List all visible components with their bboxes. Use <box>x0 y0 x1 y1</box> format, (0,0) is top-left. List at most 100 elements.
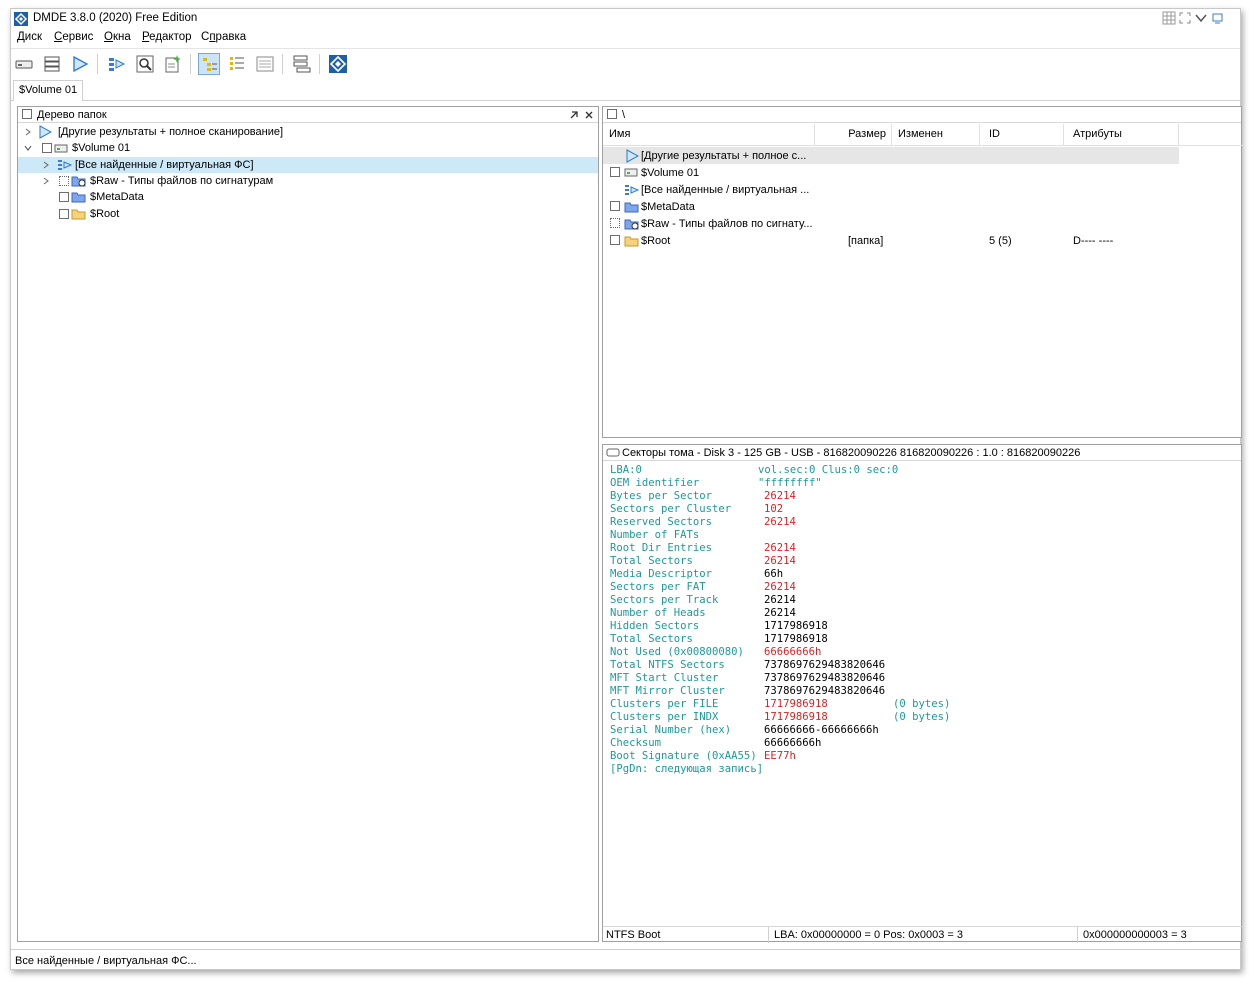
tree-item-raw[interactable]: $Raw - Типы файлов по сигнатурам <box>18 173 598 189</box>
list-row[interactable]: [Все найденные / виртуальная ... <box>603 181 1179 198</box>
tree-checkbox[interactable] <box>59 176 69 186</box>
tree-item-other-results[interactable]: [Другие результаты + полное сканирование… <box>18 124 598 140</box>
tree-item-root[interactable]: $Root <box>18 206 598 222</box>
sector-field-row: Reserved Sectors 26214 <box>610 516 1230 529</box>
menu-editor[interactable]: Редактор <box>142 31 192 43</box>
field-name: Total Sectors <box>610 633 693 645</box>
files-button[interactable] <box>106 53 128 75</box>
chevron-down-icon[interactable] <box>1194 11 1208 25</box>
menu-service[interactable]: Сервис <box>54 31 93 43</box>
field-value[interactable]: 7378697629483820646 <box>764 659 885 672</box>
new-file-button[interactable] <box>162 53 184 75</box>
structure-type: NTFS Boot <box>606 929 661 941</box>
folder-icon <box>624 236 639 247</box>
details-view-icon <box>256 56 274 72</box>
field-value[interactable]: 66666666h <box>764 737 821 750</box>
sector-field-row: Not Used (0x00800080) 66666666h <box>610 646 1230 659</box>
field-name: Reserved Sectors <box>610 516 713 528</box>
field-value[interactable]: 66h <box>764 568 783 581</box>
field-value[interactable]: 1717986918 <box>764 711 828 724</box>
field-value[interactable]: 26214 <box>764 490 796 503</box>
list-select-all-checkbox[interactable] <box>607 109 617 119</box>
field-value[interactable]: 26214 <box>764 555 796 568</box>
field-name: Sectors per Cluster <box>610 503 732 515</box>
row-size: [папка] <box>848 235 884 247</box>
sector-dump[interactable]: LBA:0 vol.sec:0 Clus:0 sec:0 OEM identif… <box>610 464 1230 914</box>
folder-icon <box>71 209 86 220</box>
list-row[interactable]: [Другие результаты + полное с... <box>603 147 1179 164</box>
pgdn-hint[interactable]: [PgDn: следующая запись] <box>610 763 1230 776</box>
tree-checkbox[interactable] <box>59 192 69 202</box>
undock-icon[interactable] <box>569 110 579 120</box>
list-row[interactable]: $Volume 01 <box>603 164 1179 181</box>
status-text: Все найденные / виртуальная ФС... <box>15 955 197 967</box>
field-value[interactable]: 7378697629483820646 <box>764 672 885 685</box>
field-name: Root Dir Entries <box>610 542 713 554</box>
field-value[interactable]: 26214 <box>764 581 796 594</box>
column-attributes[interactable]: Атрибуты <box>1064 124 1179 146</box>
tree-item-volume[interactable]: $Volume 01 <box>18 140 598 156</box>
folder-search-icon <box>71 176 86 187</box>
layout-grid-icon[interactable] <box>1162 11 1176 25</box>
column-size[interactable]: Размер <box>815 124 892 146</box>
chevron-down-icon[interactable] <box>24 144 32 152</box>
close-icon[interactable] <box>584 110 594 120</box>
field-value[interactable]: 7378697629483820646 <box>764 685 885 698</box>
list-row[interactable]: $MetaData <box>603 198 1179 215</box>
field-value[interactable]: 66666666-66666666h <box>764 724 879 737</box>
chevron-right-icon[interactable] <box>42 161 50 169</box>
chevron-right-icon[interactable] <box>42 177 50 185</box>
field-note: (0 bytes) <box>893 698 951 710</box>
details-view-button[interactable] <box>254 53 276 75</box>
sector-field-row: Serial Number (hex) 66666666-66666666h <box>610 724 1230 737</box>
field-name: Number of Heads <box>610 607 706 619</box>
tab-volume-01[interactable]: $Volume 01 <box>13 80 84 101</box>
recover-button[interactable] <box>291 53 313 75</box>
field-value[interactable]: 1717986918 <box>764 698 828 711</box>
open-volume-button[interactable] <box>69 53 91 75</box>
row-checkbox[interactable] <box>610 218 620 228</box>
column-name[interactable]: Имя <box>603 124 815 146</box>
play-icon <box>626 149 639 163</box>
vol-position: vol.sec:0 Clus:0 sec:0 <box>758 464 899 476</box>
row-checkbox[interactable] <box>610 167 620 177</box>
tree-item-all-found[interactable]: [Все найденные / виртуальная ФС] <box>18 157 598 173</box>
lba-position: LBA: 0x00000000 = 0 Pos: 0x0003 = 3 <box>774 929 963 941</box>
field-value[interactable]: 26214 <box>764 516 796 529</box>
menu-windows[interactable]: Окна <box>104 31 131 43</box>
field-value[interactable]: 1717986918 <box>764 633 828 646</box>
row-checkbox[interactable] <box>610 235 620 245</box>
field-value[interactable]: EE77h <box>764 750 796 763</box>
tree-view-button[interactable] <box>198 53 220 75</box>
drive-icon <box>54 144 68 153</box>
field-name: Total NTFS Sectors <box>610 659 725 671</box>
tree-checkbox[interactable] <box>59 209 69 219</box>
disk-button[interactable] <box>13 53 35 75</box>
column-modified[interactable]: Изменен <box>892 124 980 146</box>
tree-select-all-checkbox[interactable] <box>22 109 32 119</box>
field-value[interactable]: "ffffffff" <box>758 477 822 490</box>
field-value[interactable]: 102 <box>764 503 783 516</box>
partitions-button[interactable] <box>41 53 63 75</box>
list-row[interactable]: $Raw - Типы файлов по сигнату... <box>603 215 1179 232</box>
row-name: $MetaData <box>641 201 695 213</box>
column-id[interactable]: ID <box>980 124 1064 146</box>
folder-icon <box>624 202 639 213</box>
menu-help[interactable]: Справка <box>201 31 246 43</box>
field-value[interactable]: 26214 <box>764 594 796 607</box>
list-view-button[interactable] <box>226 53 248 75</box>
expand-icon[interactable] <box>1178 11 1192 25</box>
row-checkbox[interactable] <box>610 201 620 211</box>
list-row[interactable]: $Root [папка] 5 (5) D---- ---- <box>603 232 1179 249</box>
search-button[interactable] <box>134 53 156 75</box>
field-value[interactable]: 26214 <box>764 542 796 555</box>
tree-checkbox[interactable] <box>42 143 52 153</box>
field-value[interactable]: 26214 <box>764 607 796 620</box>
tree-item-metadata[interactable]: $MetaData <box>18 189 598 205</box>
field-value[interactable]: 66666666h <box>764 646 821 659</box>
about-button[interactable] <box>327 53 349 75</box>
chevron-right-icon[interactable] <box>24 128 32 136</box>
menu-disk[interactable]: Диск <box>17 31 42 43</box>
field-value[interactable]: 1717986918 <box>764 620 828 633</box>
window-restore-icon[interactable] <box>1210 11 1224 25</box>
